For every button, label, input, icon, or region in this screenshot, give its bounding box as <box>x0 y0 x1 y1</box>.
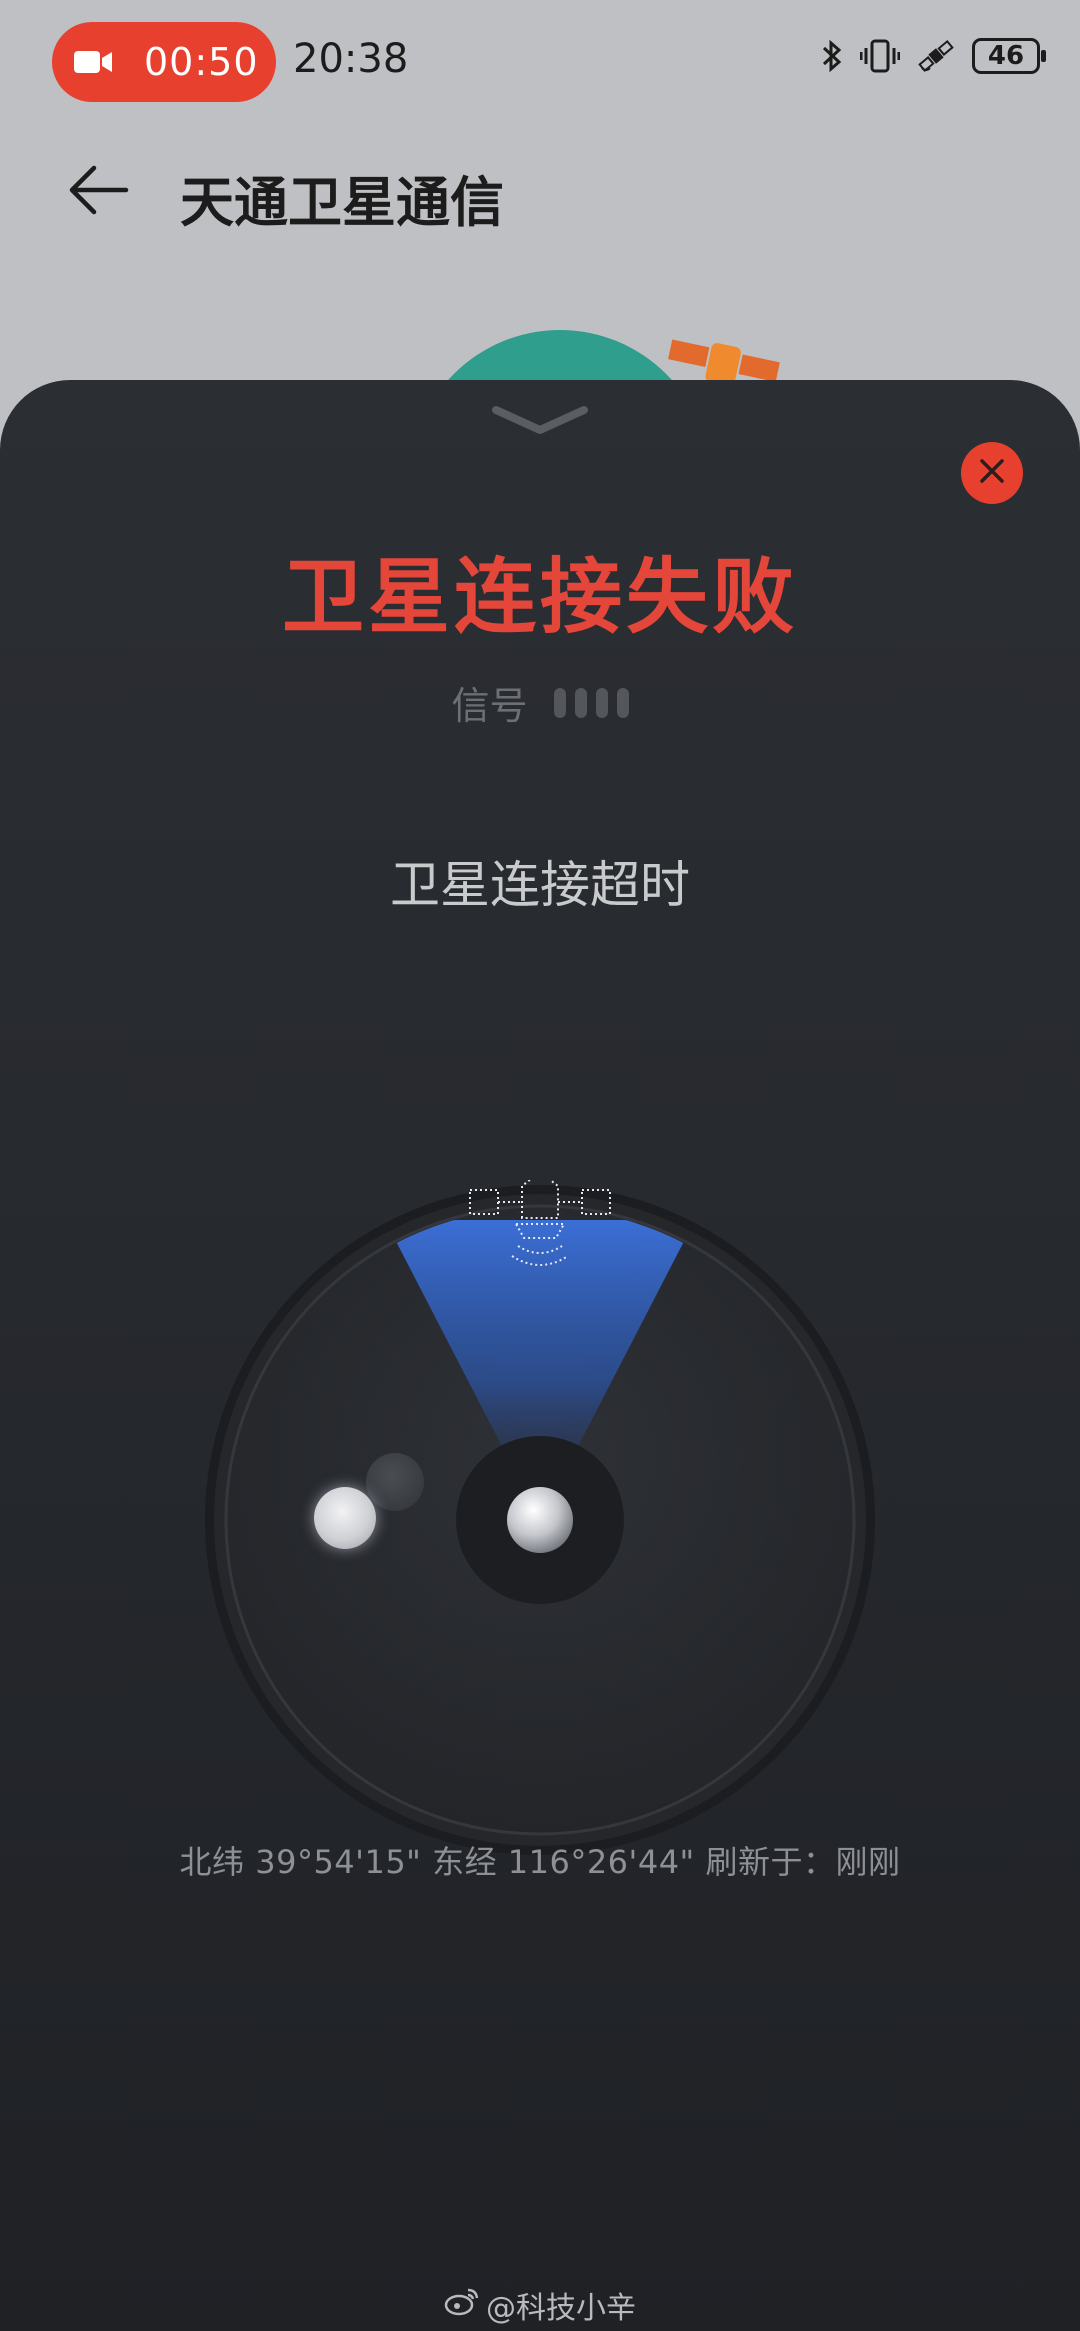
back-arrow-icon[interactable] <box>64 160 134 220</box>
connection-status-title: 卫星连接失败 <box>281 550 798 645</box>
signal-bar <box>616 687 629 718</box>
signal-indicator: 信号 <box>0 675 1080 730</box>
app-header: 天通卫星通信 <box>0 140 1080 240</box>
vibrate-icon <box>860 38 900 74</box>
status-icons: 46 <box>820 38 1046 74</box>
page-title: 天通卫星通信 <box>180 171 504 234</box>
weibo-icon <box>444 2286 480 2324</box>
close-button[interactable] <box>961 442 1023 504</box>
close-icon <box>978 457 1006 489</box>
location-coordinates: 北纬 39°54'15" 东经 116°26'44" 刷新于：刚刚 <box>179 1843 901 1881</box>
watermark: @科技小辛 <box>0 2283 1080 2327</box>
connection-sheet: 卫星连接失败 信号 卫星连接超时 北纬 39°54'15" 东经 116°26'… <box>0 380 1080 2331</box>
battery-level: 46 <box>987 41 1025 71</box>
battery-icon: 46 <box>972 38 1046 74</box>
screen-recording-pill[interactable]: 00:50 <box>52 22 276 102</box>
status-clock: 20:38 <box>293 36 409 82</box>
drag-handle[interactable] <box>314 1487 376 1549</box>
video-camera-icon <box>74 48 114 76</box>
signal-bar <box>553 687 566 718</box>
satellite-icon <box>916 38 956 74</box>
status-bar: 00:50 20:38 46 <box>0 0 1080 125</box>
recording-time: 00:50 <box>144 40 259 84</box>
signal-bars <box>553 687 629 718</box>
satellite-compass <box>200 1170 880 1860</box>
watermark-text: @科技小辛 <box>486 2291 636 2326</box>
drag-handle-ghost <box>366 1453 424 1511</box>
signal-label: 信号 <box>451 684 528 728</box>
chevron-down-icon[interactable] <box>490 402 590 442</box>
signal-bar <box>574 687 587 718</box>
status-message: 卫星连接超时 <box>390 856 690 914</box>
bluetooth-icon <box>820 38 844 74</box>
signal-bar <box>595 687 608 718</box>
